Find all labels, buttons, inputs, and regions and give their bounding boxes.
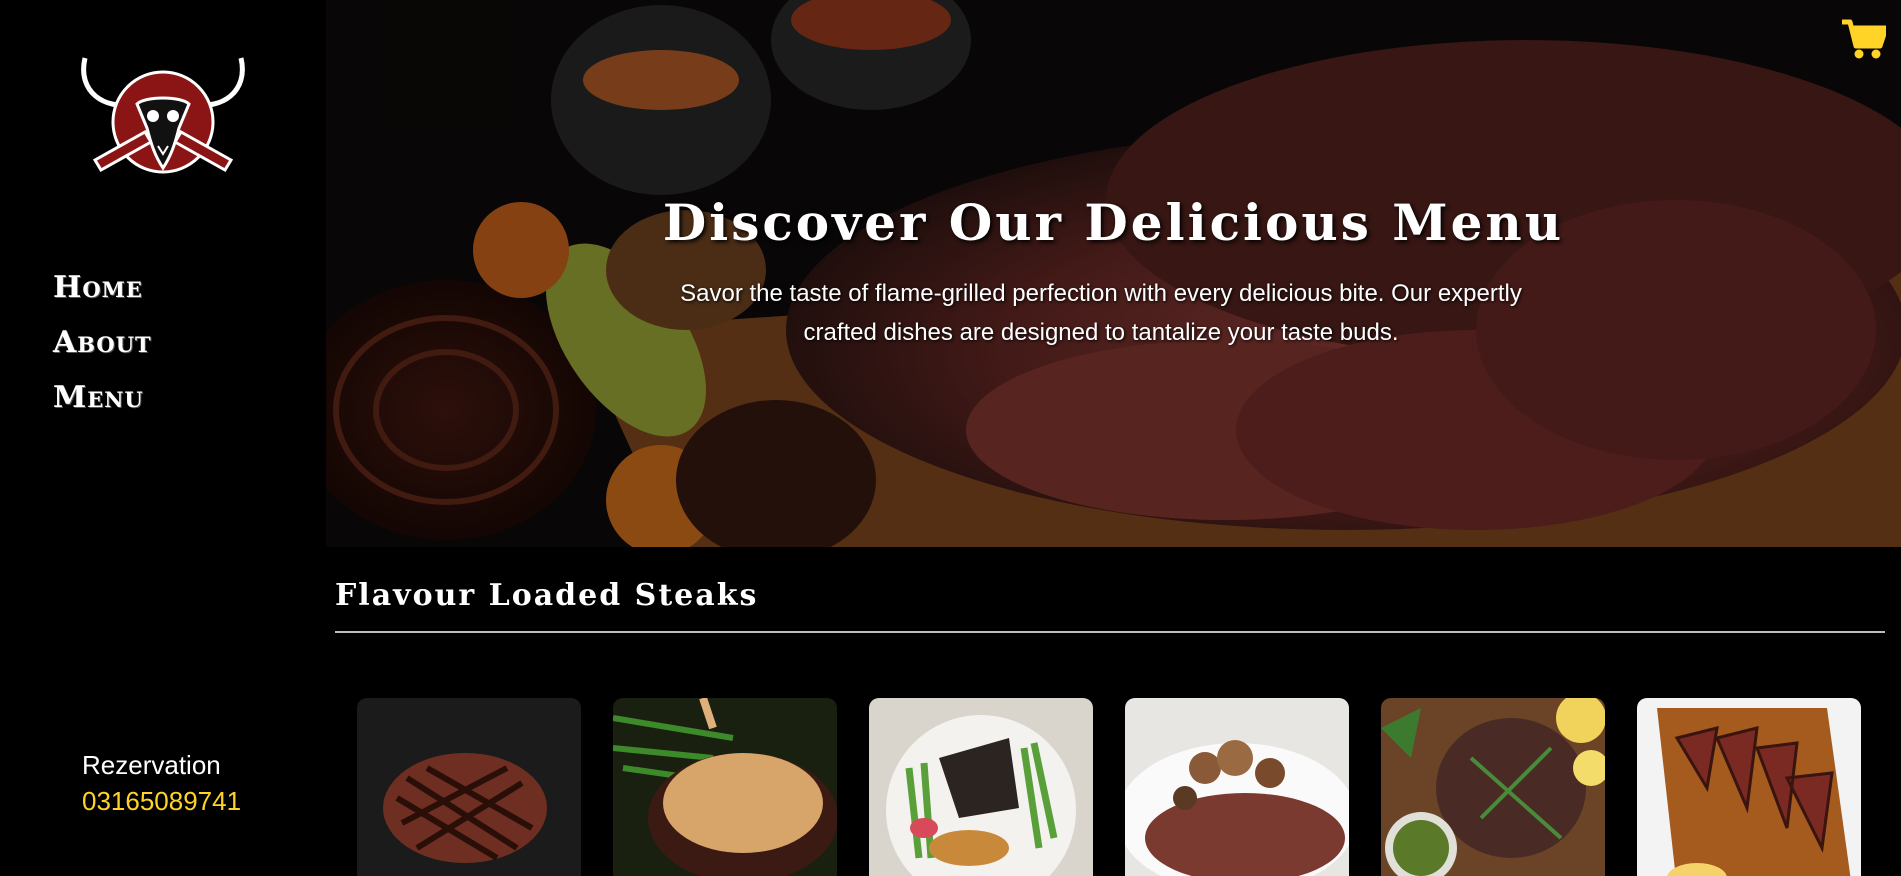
hero-description: Savor the taste of flame-grilled perfect… [680,280,1522,346]
menu-card-steak-with-sauce[interactable] [613,698,837,876]
reservation-phone[interactable]: 03165089741 [82,782,241,820]
sidebar: Home About Menu Rezervation 03165089741 [0,0,326,876]
hero-banner: Discover Our Delicious Menu Savor the ta… [326,0,1901,547]
nav-item-home: Home [53,270,152,325]
nav-item-menu: Menu [53,380,152,435]
menu-card-grilled-steak[interactable] [357,698,581,876]
reservation-label: Rezervation [82,750,221,780]
section-title: Flavour Loaded Steaks [335,578,759,613]
nav-link-menu[interactable]: Menu [53,380,144,415]
menu-card-herb-steak-with-lemon[interactable] [1381,698,1605,876]
nav-item-about: About [53,325,152,380]
hero-title: Discover Our Delicious Menu [662,193,1565,252]
nav-link-about[interactable]: About [53,325,152,360]
nav-link-home[interactable]: Home [53,270,143,305]
menu-card-steak-with-mushrooms[interactable] [1125,698,1349,876]
menu-card-seared-fish-plate[interactable] [869,698,1093,876]
section-divider [335,631,1885,633]
menu-card-sliced-steak-board[interactable] [1637,698,1861,876]
shopping-cart-icon[interactable] [1842,18,1889,60]
reservation-block: Rezervation 03165089741 [82,748,241,820]
main-nav: Home About Menu [53,270,152,435]
bull-skull-logo[interactable] [75,52,251,182]
